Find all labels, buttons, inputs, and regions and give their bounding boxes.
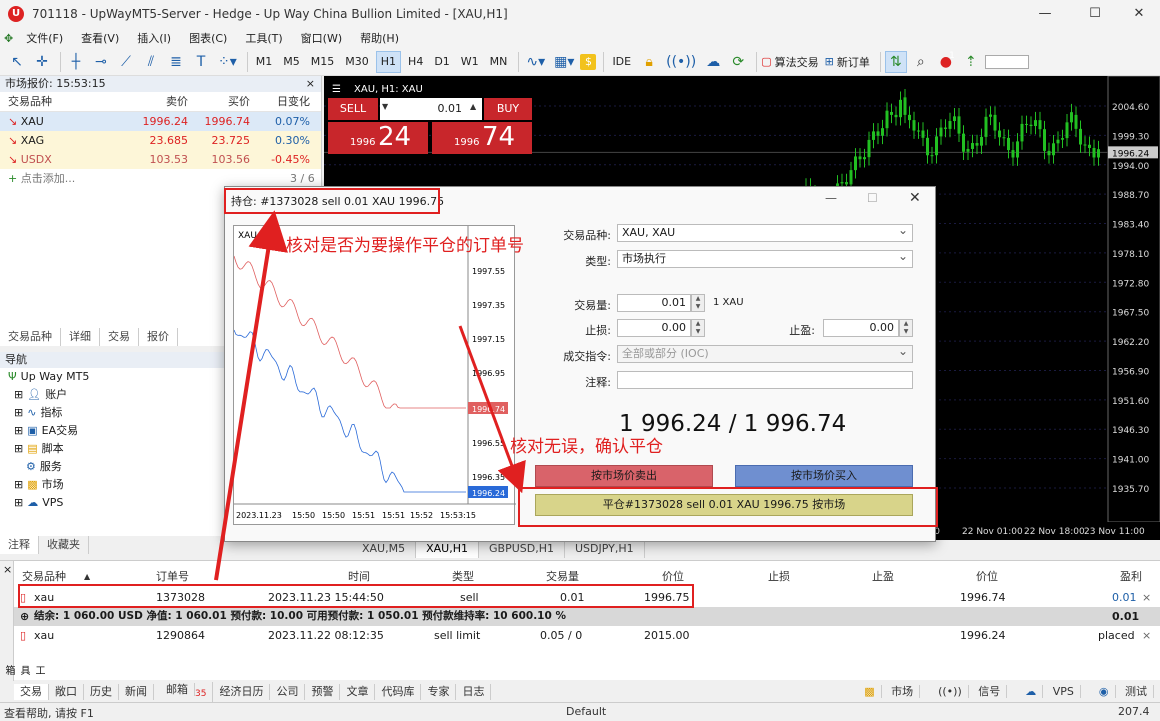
annotation-arrow-down <box>458 325 526 494</box>
annotation-arrow-up <box>214 210 289 581</box>
annotation-arrows <box>214 210 526 581</box>
